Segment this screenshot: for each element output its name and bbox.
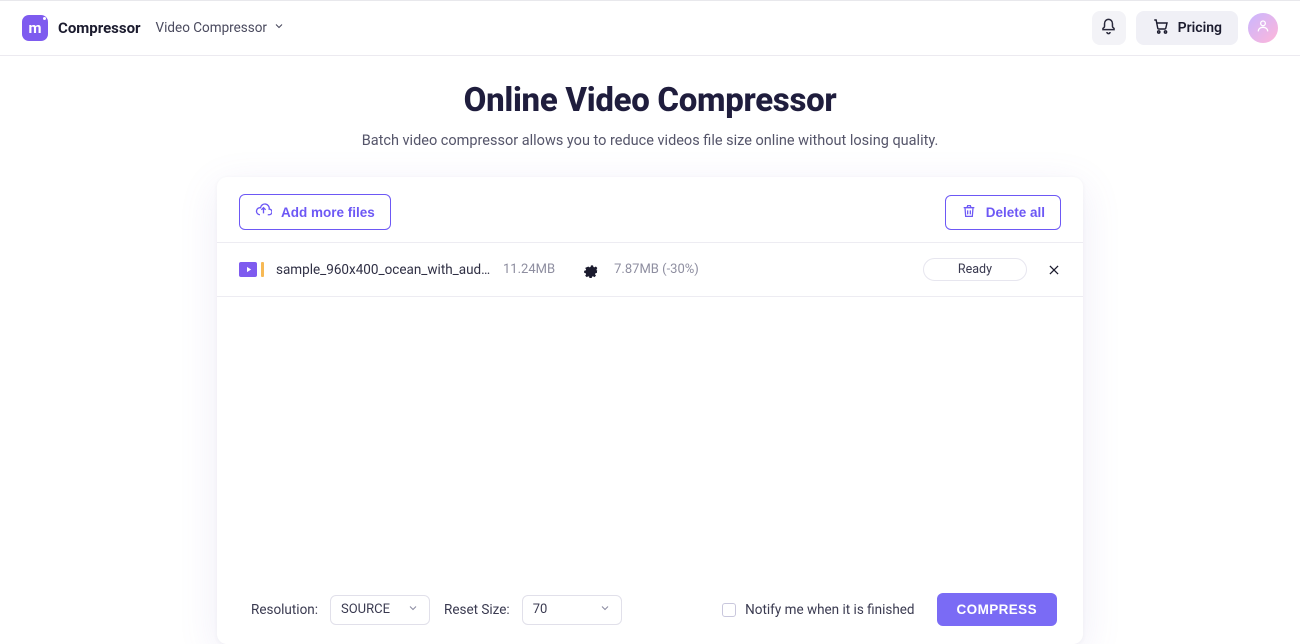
original-size: 11.24MB <box>503 262 555 277</box>
compressed-size: 7.87MB (-30%) <box>614 262 699 277</box>
page-title: Online Video Compressor <box>0 81 1300 120</box>
reset-size-label: Reset Size: <box>444 602 510 618</box>
upload-cloud-icon <box>255 202 272 222</box>
reset-size-select[interactable]: 70 <box>522 595 622 625</box>
card-toolbar: Add more files Delete all <box>217 177 1083 242</box>
status-badge: Ready <box>923 258 1027 281</box>
file-row: sample_960x400_ocean_with_audio (2).... … <box>217 243 1083 297</box>
pricing-label: Pricing <box>1178 20 1222 36</box>
trash-icon <box>961 203 977 222</box>
header-right: Pricing <box>1092 11 1278 45</box>
remove-file-button[interactable] <box>1047 263 1061 277</box>
page-subtitle: Batch video compressor allows you to red… <box>0 132 1300 149</box>
nav-video-compressor[interactable]: Video Compressor <box>156 20 285 36</box>
resolution-value: SOURCE <box>341 602 390 617</box>
compress-label: COMPRESS <box>957 602 1037 617</box>
file-list-empty-area <box>217 297 1083 579</box>
video-file-icon <box>239 262 257 277</box>
add-more-files-label: Add more files <box>281 205 375 220</box>
nav-label: Video Compressor <box>156 20 267 36</box>
delete-all-label: Delete all <box>986 205 1045 220</box>
delete-all-button[interactable]: Delete all <box>945 195 1061 230</box>
chevron-down-icon <box>273 20 285 36</box>
notifications-button[interactable] <box>1092 11 1126 45</box>
reset-size-value: 70 <box>533 602 548 617</box>
avatar[interactable] <box>1248 13 1278 43</box>
add-more-files-button[interactable]: Add more files <box>239 194 391 230</box>
film-strip-icon <box>261 262 264 277</box>
user-icon <box>1255 18 1271 38</box>
notify-checkbox[interactable]: Notify me when it is finished <box>722 602 914 618</box>
checkbox-icon <box>722 603 736 617</box>
resolution-select[interactable]: SOURCE <box>330 595 430 625</box>
pricing-button[interactable]: Pricing <box>1136 11 1238 45</box>
bell-icon <box>1099 17 1118 40</box>
notify-label: Notify me when it is finished <box>745 602 914 618</box>
cart-icon <box>1152 17 1170 39</box>
brand-logo-icon: m <box>22 15 48 41</box>
main: Online Video Compressor Batch video comp… <box>0 56 1300 644</box>
card-footer: Resolution: SOURCE Reset Size: 70 Notify… <box>217 579 1083 644</box>
app-header: m Compressor Video Compressor Pricing <box>0 1 1300 56</box>
compress-button[interactable]: COMPRESS <box>937 593 1057 626</box>
chevron-down-icon <box>599 602 611 618</box>
compressor-card: Add more files Delete all sample_960x400… <box>217 177 1083 644</box>
file-name: sample_960x400_ocean_with_audio (2).... <box>276 262 491 278</box>
brand-name: Compressor <box>58 19 141 37</box>
file-settings-button[interactable] <box>583 261 600 278</box>
chevron-down-icon <box>407 602 419 618</box>
brand[interactable]: m Compressor <box>22 15 141 41</box>
resolution-label: Resolution: <box>251 602 318 618</box>
